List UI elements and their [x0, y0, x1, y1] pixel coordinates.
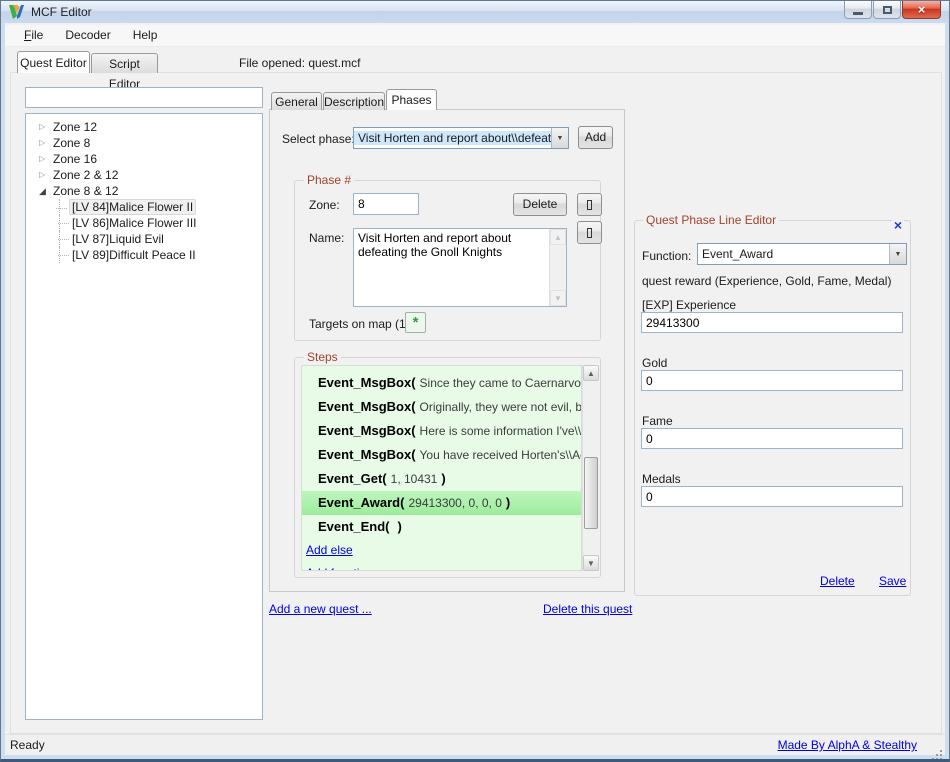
add-new-quest-link[interactable]: Add a new quest ... — [269, 602, 372, 616]
phase-group-title: Phase # — [304, 173, 354, 187]
line-save-link[interactable]: Save — [879, 574, 906, 588]
zone-label: Zone: — [309, 198, 340, 212]
scroll-down-icon[interactable]: ▼ — [583, 555, 599, 571]
tab-phases[interactable]: Phases — [386, 89, 437, 110]
collapse-arrow-icon[interactable]: ▷ — [39, 119, 51, 135]
step-row[interactable]: Event_MsgBox(Originally, they were not e… — [302, 395, 581, 419]
tree-node-zone16[interactable]: ▷ Zone 16 — [26, 151, 262, 167]
fame-input[interactable] — [641, 428, 903, 449]
tree-node-zone2-12[interactable]: ▷ Zone 2 & 12 — [26, 167, 262, 183]
steps-scrollbar[interactable]: ▲ ▼ — [582, 365, 599, 571]
line-editor-title: Quest Phase Line Editor — [643, 213, 779, 227]
delete-this-quest-link[interactable]: Delete this quest — [543, 602, 632, 616]
app-icon — [8, 4, 25, 20]
experience-input[interactable] — [641, 312, 903, 333]
close-button[interactable]: × — [902, 1, 941, 19]
credit-link[interactable]: Made By AlphA & Stealthy — [778, 738, 917, 752]
delete-phase-button[interactable]: Delete — [513, 193, 567, 216]
steps-list: Event_MsgBox(Since they came to Caernarv… — [301, 365, 582, 571]
step-row-selected[interactable]: Event_Award(29413300, 0, 0, 0) — [302, 491, 581, 515]
name-scrollbar[interactable]: ▲ ▼ — [549, 229, 566, 306]
function-description: quest reward (Experience, Gold, Fame, Me… — [642, 274, 891, 288]
tree-node-zone12[interactable]: ▷ Zone 12 — [26, 119, 262, 135]
tree-node-quest-lv87[interactable]: [LV 87]Liquid Evil — [26, 231, 262, 247]
scroll-up-icon: ▲ — [550, 229, 566, 245]
collapse-arrow-icon[interactable]: ▷ — [39, 151, 51, 167]
collapse-arrow-icon[interactable]: ▷ — [39, 167, 51, 183]
tab-description[interactable]: Description — [323, 92, 385, 110]
phase-name-textarea[interactable]: Visit Horten and report about defeating … — [354, 229, 550, 306]
status-text: Ready — [10, 738, 45, 752]
minimize-icon — [853, 12, 863, 15]
function-label: Function: — [642, 249, 691, 263]
experience-label: [EXP] Experience — [642, 298, 736, 312]
close-icon: × — [903, 2, 940, 17]
move-up-icon — [587, 200, 592, 210]
tree-guide-line — [59, 199, 60, 215]
add-else-link[interactable]: Add else — [306, 543, 353, 557]
step-row[interactable]: Event_MsgBox(Here is some information I'… — [302, 419, 581, 443]
tab-general[interactable]: General — [271, 92, 322, 110]
move-up-button[interactable] — [577, 193, 602, 216]
menu-decoder[interactable]: Decoder — [54, 25, 121, 46]
collapse-arrow-icon[interactable]: ▷ — [39, 135, 51, 151]
tree-node-zone8-12[interactable]: ◢ Zone 8 & 12 — [26, 183, 262, 199]
scrollbar-thumb[interactable] — [584, 457, 598, 529]
targets-on-map-button[interactable]: * — [405, 312, 426, 333]
add-function-link[interactable]: Add function — [306, 566, 373, 571]
medals-input[interactable] — [641, 486, 903, 507]
step-row[interactable]: Event_MsgBox(Since they came to Caernarv… — [302, 371, 581, 395]
quest-tree: ▷ Zone 12 ▷ Zone 8 ▷ Zone 16 ▷ Zone 2 & … — [25, 113, 263, 720]
tab-quest-editor[interactable]: Quest Editor — [17, 51, 90, 73]
step-row[interactable]: Event_End() — [302, 515, 581, 539]
dropdown-arrow-icon: ▼ — [889, 244, 906, 264]
move-down-button[interactable] — [577, 221, 602, 244]
file-opened-label: File opened: quest.mcf — [239, 56, 360, 70]
maximize-icon — [883, 6, 892, 14]
line-delete-link[interactable]: Delete — [820, 574, 855, 588]
zone-input[interactable] — [353, 193, 419, 215]
medals-label: Medals — [642, 472, 681, 486]
steps-group-title: Steps — [304, 350, 341, 364]
mcf-editor-window: MCF Editor × File Decoder Help Quest Edi… — [0, 0, 950, 762]
function-combobox[interactable]: Event_Award ▼ — [697, 243, 907, 265]
minimize-button[interactable] — [844, 1, 872, 19]
add-else-link-row: Add else — [302, 539, 581, 562]
scroll-down-icon: ▼ — [550, 290, 566, 306]
tree-node-zone8[interactable]: ▷ Zone 8 — [26, 135, 262, 151]
name-label: Name: — [309, 231, 344, 245]
gold-label: Gold — [642, 356, 667, 370]
status-bar: Ready Made By AlphA & Stealthy — [5, 734, 945, 755]
menu-bar: File Decoder Help — [5, 25, 945, 47]
add-function-link-row: Add function — [302, 562, 581, 571]
tree-node-quest-lv89[interactable]: [LV 89]Difficult Peace II — [26, 247, 262, 263]
title-bar[interactable]: MCF Editor × — [1, 1, 949, 23]
dropdown-arrow-icon: ▼ — [551, 128, 568, 148]
menu-file[interactable]: File — [13, 25, 54, 46]
phase-select-combobox[interactable]: Visit Horten and report about\\defeating… — [353, 127, 569, 149]
fame-label: Fame — [642, 414, 673, 428]
close-panel-icon[interactable]: × — [892, 217, 904, 233]
tree-node-quest-lv84[interactable]: [LV 84]Malice Flower II — [26, 199, 262, 215]
scroll-up-icon[interactable]: ▲ — [583, 365, 599, 381]
tree-node-quest-lv86[interactable]: [LV 86]Malice Flower III — [26, 215, 262, 231]
targets-on-map-label: Targets on map (1) — [309, 317, 410, 331]
phase-name-field: Visit Horten and report about defeating … — [353, 228, 567, 307]
add-phase-button[interactable]: Add — [578, 126, 613, 149]
step-row[interactable]: Event_Get(1, 10431) — [302, 467, 581, 491]
gold-input[interactable] — [641, 370, 903, 391]
move-down-icon — [587, 228, 592, 238]
expand-arrow-icon[interactable]: ◢ — [39, 183, 51, 199]
step-row[interactable]: Event_MsgBox(You have received Horten's\… — [302, 443, 581, 467]
maximize-button[interactable] — [873, 1, 901, 19]
search-input[interactable] — [25, 87, 263, 108]
select-phase-label: Select phase: — [282, 132, 355, 146]
resize-grip-icon[interactable] — [940, 750, 942, 752]
tab-script-editor[interactable]: Script Editor — [91, 53, 158, 73]
menu-help[interactable]: Help — [122, 25, 169, 46]
targets-icon: * — [413, 314, 419, 331]
window-title: MCF Editor — [31, 5, 92, 19]
